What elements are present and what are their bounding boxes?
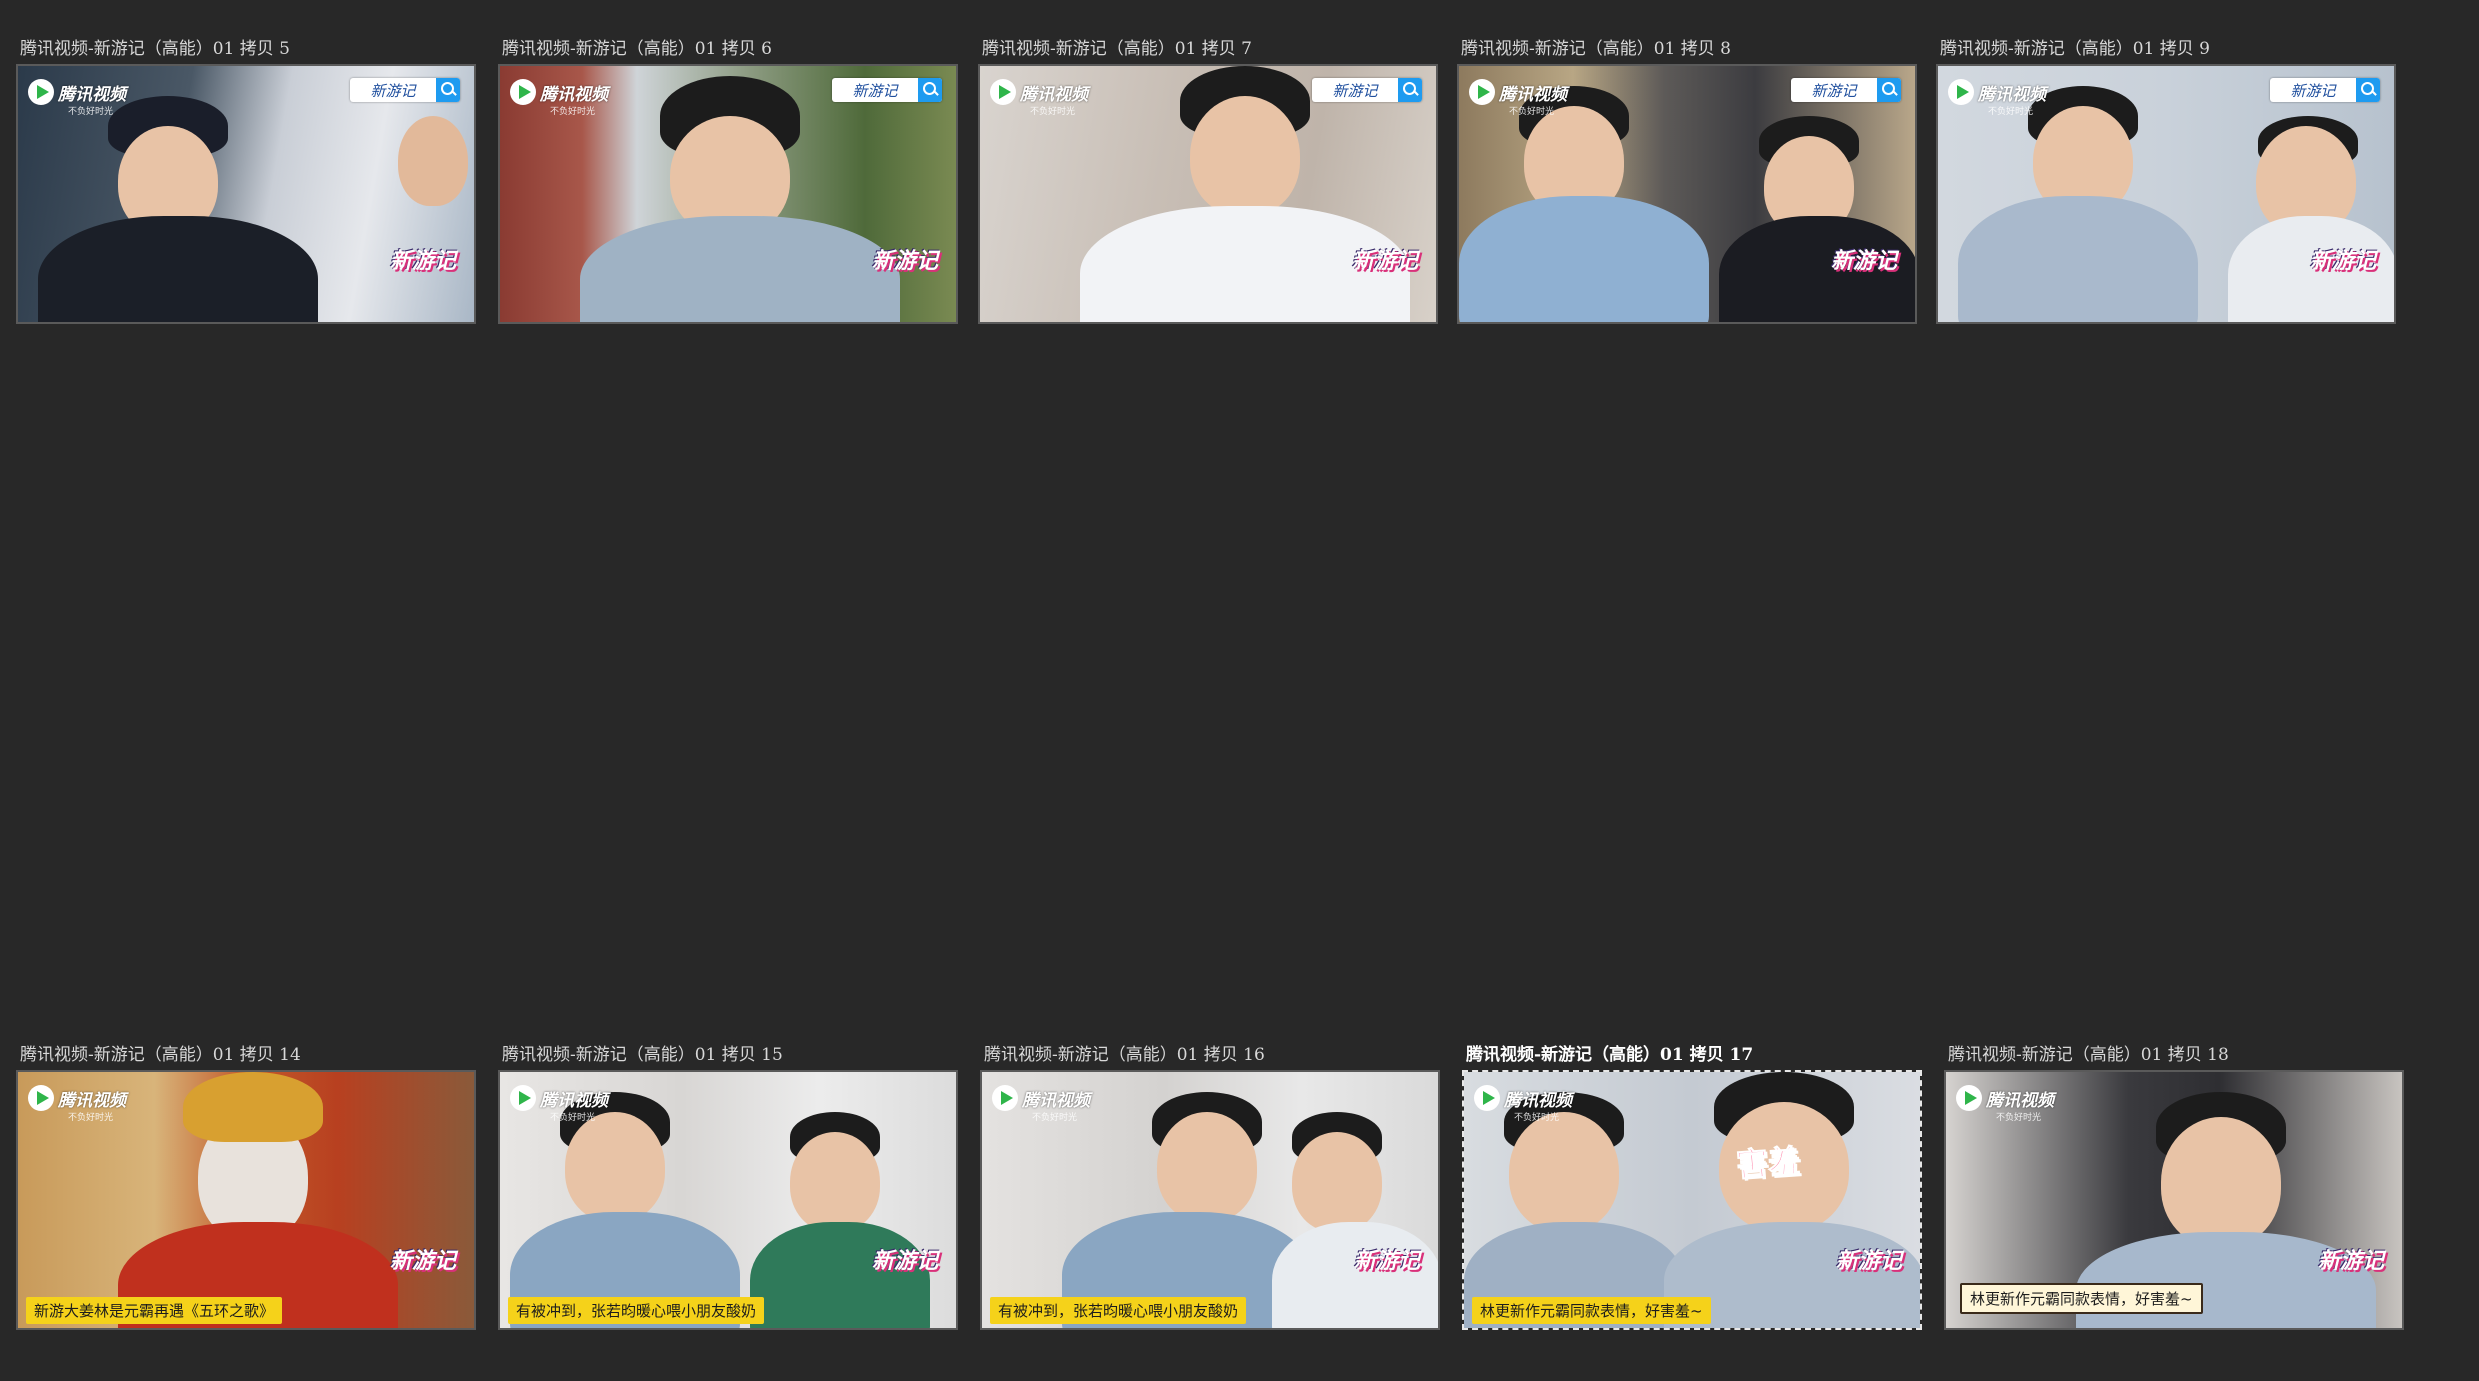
play-icon [1948, 79, 1974, 105]
tencent-video-logo: 腾讯视频 [510, 1084, 608, 1112]
subtitle-caption: 有被冲到，张若昀暖心喂小朋友酸奶 [990, 1297, 1247, 1324]
thumbnail-item[interactable]: 腾讯视频-新游记（高能）01 拷贝 15 腾讯视频 不负好时光 新游记 有被冲到… [498, 1040, 958, 1330]
play-icon [510, 79, 536, 105]
thumbnail-caption: 腾讯视频-新游记（高能）01 拷贝 7 [982, 39, 1252, 59]
thumbnail-image[interactable]: 腾讯视频 不负好时光 新游记 新游记 [498, 64, 958, 324]
subtitle-caption: 林更新作元霸同款表情，好害羞~ [1472, 1297, 1711, 1324]
show-logo: 新游记 [1351, 249, 1418, 274]
show-logo: 新游记 [871, 1249, 938, 1274]
play-icon [1956, 1085, 1982, 1111]
play-icon [28, 1085, 54, 1111]
play-icon [510, 1085, 536, 1111]
tencent-video-logo: 腾讯视频 [990, 78, 1088, 106]
search-badge: 新游记 [1791, 78, 1901, 102]
tencent-video-logo: 腾讯视频 [1474, 1084, 1572, 1112]
subtitle-caption: 新游大姜林是元霸再遇《五环之歌》 [26, 1297, 283, 1324]
thumbnail-image[interactable]: 腾讯视频 不负好时光 新游记 新游大姜林是元霸再遇《五环之歌》 [16, 1070, 476, 1330]
file-browser-canvas: 腾讯视频-新游记（高能）01 拷贝 5 腾讯视频 不负好时光 新游记 新游记 腾… [0, 0, 2479, 1381]
thumbnail-image[interactable]: 腾讯视频 不负好时光 新游记 有被冲到，张若昀暖心喂小朋友酸奶 [498, 1070, 958, 1330]
thumbnail-caption: 腾讯视频-新游记（高能）01 拷贝 6 [502, 39, 772, 59]
show-logo: 新游记 [1835, 1249, 1902, 1274]
tencent-video-logo: 腾讯视频 [1469, 78, 1567, 106]
tencent-video-logo: 腾讯视频 [1956, 1084, 2054, 1112]
search-icon [436, 78, 460, 102]
tencent-video-logo: 腾讯视频 [1948, 78, 2046, 106]
tencent-video-logo: 腾讯视频 [510, 78, 608, 106]
thumbnail-image[interactable]: 腾讯视频 不负好时光 新游记 新游记 [1936, 64, 2396, 324]
search-icon [918, 78, 942, 102]
thumbnail-image[interactable]: 腾讯视频 不负好时光 新游记 林更新作元霸同款表情，好害羞~ [1944, 1070, 2404, 1330]
thumbnail-image[interactable]: 腾讯视频 不负好时光 新游记 新游记 [16, 64, 476, 324]
play-icon [1474, 1085, 1500, 1111]
play-icon [28, 79, 54, 105]
thumbnail-caption: 腾讯视频-新游记（高能）01 拷贝 14 [20, 1045, 301, 1065]
play-icon [992, 1085, 1018, 1111]
thumbnail-item[interactable]: 腾讯视频-新游记（高能）01 拷贝 6 腾讯视频 不负好时光 新游记 新游记 [498, 34, 958, 324]
show-logo: 新游记 [871, 249, 938, 274]
show-logo: 新游记 [1353, 1249, 1420, 1274]
thumbnail-image[interactable]: 腾讯视频 不负好时光 害羞 新游记 林更新作元霸同款表情，好害羞~ [1462, 1070, 1922, 1330]
show-logo: 新游记 [2317, 1249, 2384, 1274]
search-icon [2356, 78, 2380, 102]
show-logo: 新游记 [1830, 249, 1897, 274]
subtitle-caption: 林更新作元霸同款表情，好害羞~ [1960, 1283, 2203, 1314]
thumbnail-item[interactable]: 腾讯视频-新游记（高能）01 拷贝 16 腾讯视频 不负好时光 新游记 有被冲到… [980, 1040, 1440, 1330]
thumbnail-item[interactable]: 腾讯视频-新游记（高能）01 拷贝 9 腾讯视频 不负好时光 新游记 新游记 [1936, 34, 2396, 324]
thumbnail-item[interactable]: 腾讯视频-新游记（高能）01 拷贝 8 腾讯视频 不负好时光 新游记 新游记 [1457, 34, 1917, 324]
thumbnail-caption: 腾讯视频-新游记（高能）01 拷贝 16 [984, 1045, 1265, 1065]
caption-sticker: 害羞 [1734, 1141, 1802, 1185]
search-icon [1877, 78, 1901, 102]
search-badge: 新游记 [2270, 78, 2380, 102]
play-icon [990, 79, 1016, 105]
thumbnail-caption: 腾讯视频-新游记（高能）01 拷贝 17 [1466, 1045, 1754, 1065]
thumbnail-image[interactable]: 腾讯视频 不负好时光 新游记 有被冲到，张若昀暖心喂小朋友酸奶 [980, 1070, 1440, 1330]
subtitle-caption: 有被冲到，张若昀暖心喂小朋友酸奶 [508, 1297, 765, 1324]
search-badge: 新游记 [832, 78, 942, 102]
thumbnail-item[interactable]: 腾讯视频-新游记（高能）01 拷贝 5 腾讯视频 不负好时光 新游记 新游记 [16, 34, 476, 324]
show-logo: 新游记 [389, 1249, 456, 1274]
thumbnail-item[interactable]: 腾讯视频-新游记（高能）01 拷贝 14 腾讯视频 不负好时光 新游记 新游大姜… [16, 1040, 476, 1330]
thumbnail-caption: 腾讯视频-新游记（高能）01 拷贝 8 [1461, 39, 1731, 59]
thumbnail-item-selected[interactable]: 腾讯视频-新游记（高能）01 拷贝 17 腾讯视频 不负好时光 害羞 新游记 林… [1462, 1040, 1922, 1330]
thumbnail-item[interactable]: 腾讯视频-新游记（高能）01 拷贝 7 腾讯视频 不负好时光 新游记 新游记 [978, 34, 1438, 324]
search-icon [1398, 78, 1422, 102]
thumbnail-image[interactable]: 腾讯视频 不负好时光 新游记 新游记 [1457, 64, 1917, 324]
thumbnail-image[interactable]: 腾讯视频 不负好时光 新游记 新游记 [978, 64, 1438, 324]
tencent-video-logo: 腾讯视频 [28, 1084, 126, 1112]
thumbnail-caption: 腾讯视频-新游记（高能）01 拷贝 18 [1948, 1045, 2229, 1065]
tencent-video-logo: 腾讯视频 [992, 1084, 1090, 1112]
thumbnail-item[interactable]: 腾讯视频-新游记（高能）01 拷贝 18 腾讯视频 不负好时光 新游记 林更新作… [1944, 1040, 2404, 1330]
play-icon [1469, 79, 1495, 105]
thumbnail-caption: 腾讯视频-新游记（高能）01 拷贝 15 [502, 1045, 783, 1065]
show-logo: 新游记 [389, 249, 456, 274]
tencent-video-logo: 腾讯视频 [28, 78, 126, 106]
thumbnail-caption: 腾讯视频-新游记（高能）01 拷贝 5 [20, 39, 290, 59]
thumbnail-caption: 腾讯视频-新游记（高能）01 拷贝 9 [1940, 39, 2210, 59]
search-badge: 新游记 [350, 78, 460, 102]
show-logo: 新游记 [2309, 249, 2376, 274]
search-badge: 新游记 [1312, 78, 1422, 102]
